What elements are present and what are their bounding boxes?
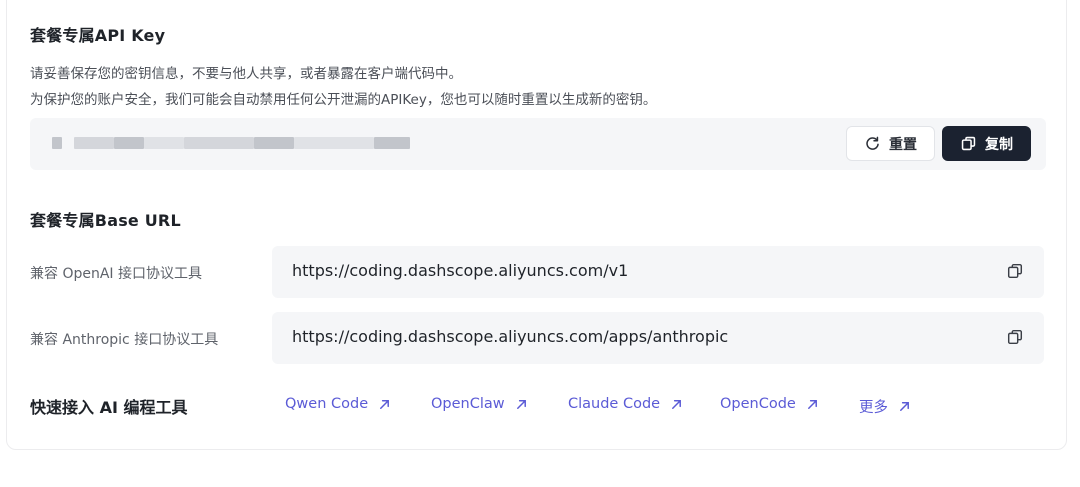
openai-url-value: https://coding.dashscope.aliyuncs.com/v1 — [292, 261, 629, 280]
arrow-up-right-icon — [516, 399, 526, 409]
openai-url-field[interactable]: https://coding.dashscope.aliyuncs.com/v1 — [272, 246, 1044, 298]
reset-button[interactable]: 重置 — [846, 126, 935, 161]
link-more[interactable]: 更多 — [859, 396, 911, 417]
apikey-field[interactable]: 重置 复制 — [30, 118, 1046, 170]
link-label: OpenCode — [720, 396, 796, 412]
link-label: OpenClaw — [431, 396, 505, 412]
apikey-title: 套餐专属API Key — [30, 26, 166, 45]
arrow-up-right-icon — [807, 399, 817, 409]
link-label: Qwen Code — [285, 396, 369, 412]
anthropic-url-value: https://coding.dashscope.aliyuncs.com/ap… — [292, 327, 729, 346]
quick-access-title: 快速接入 AI 编程工具 — [30, 398, 188, 417]
refresh-icon — [866, 136, 879, 150]
link-opencode[interactable]: OpenCode — [720, 396, 819, 412]
link-label: 更多 — [859, 400, 888, 416]
link-label: Claude Code — [568, 396, 661, 412]
copy-icon — [961, 136, 976, 151]
copy-icon[interactable] — [1006, 328, 1024, 346]
apikey-desc-line1: 请妥善保存您的密钥信息，不要与他人共享，或者暴露在客户端代码中。 — [30, 66, 462, 82]
copy-icon[interactable] — [1006, 262, 1024, 280]
arrow-up-right-icon — [380, 399, 390, 409]
copy-label: 复制 — [985, 136, 1013, 153]
openai-url-label: 兼容 OpenAI 接口协议工具 — [30, 266, 202, 282]
link-claude-code[interactable]: Claude Code — [568, 396, 683, 412]
link-openclaw[interactable]: OpenClaw — [431, 396, 528, 412]
link-qwen-code[interactable]: Qwen Code — [285, 396, 391, 412]
anthropic-url-field[interactable]: https://coding.dashscope.aliyuncs.com/ap… — [272, 312, 1044, 364]
arrow-up-right-icon — [672, 399, 682, 409]
baseurl-title: 套餐专属Base URL — [30, 211, 181, 230]
anthropic-url-label: 兼容 Anthropic 接口协议工具 — [30, 332, 219, 348]
arrow-up-right-icon — [900, 402, 909, 411]
apikey-desc-line2: 为保护您的账户安全，我们可能会自动禁用任何公开泄漏的APIKey，您也可以随时重… — [30, 92, 657, 108]
copy-key-button[interactable]: 复制 — [942, 126, 1031, 161]
reset-label: 重置 — [889, 136, 917, 153]
